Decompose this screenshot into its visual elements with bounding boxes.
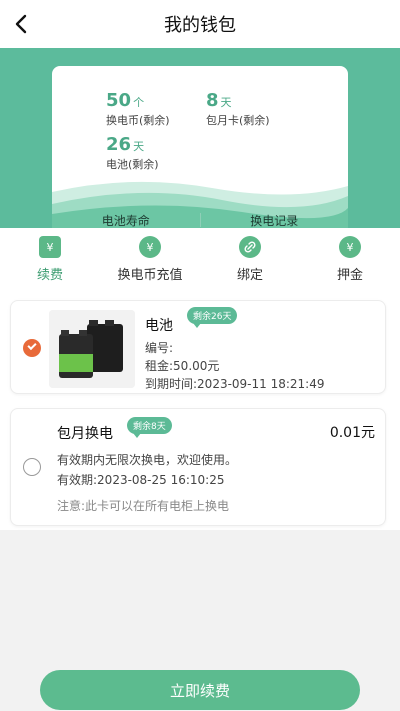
battery-item-checkbox[interactable]	[23, 339, 41, 357]
renew-now-button[interactable]: 立即续费	[40, 670, 360, 710]
monthly-swap-desc: 有效期内无限次换电，欢迎使用。	[57, 453, 238, 467]
monthly-card-value: 8	[206, 90, 219, 111]
monthly-swap-radio[interactable]	[23, 458, 41, 476]
battery-item-card[interactable]: 电池 剩余26天 编号: 租金:50.00元 到期时间:2023-09-11 1…	[10, 300, 386, 394]
app-header: 我的钱包	[0, 0, 400, 48]
monthly-card-unit: 天	[220, 96, 232, 109]
monthly-swap-validity: 有效期:2023-08-25 16:10:25	[57, 473, 225, 487]
page-title: 我的钱包	[164, 15, 236, 36]
summary-links: 电池寿命 换电记录	[52, 212, 348, 228]
battery-life-link[interactable]: 电池寿命	[52, 212, 200, 228]
battery-image	[49, 310, 135, 388]
yuan-coin-icon: ¥	[139, 236, 161, 258]
battery-code: 编号:	[145, 341, 174, 355]
monthly-card-label: 包月卡(剩余)	[206, 114, 270, 127]
tab-renew[interactable]: ¥ 续费	[0, 228, 100, 286]
tab-renew-label: 续费	[36, 268, 63, 283]
monthly-swap-name: 包月换电	[57, 426, 113, 442]
money-bag-icon: ¥	[339, 236, 361, 258]
action-tabs: ¥ 续费 ¥ 换电币充值 绑定 ¥ 押金	[0, 228, 400, 286]
monthly-swap-price: 0.01元	[329, 425, 375, 441]
monthly-swap-note: 注意:此卡可以在所有电柜上换电	[57, 499, 230, 513]
battery-balance-value: 26	[106, 134, 132, 155]
link-icon	[239, 236, 261, 258]
coin-balance-unit: 个	[133, 96, 145, 109]
tab-coin-recharge-label: 换电币充值	[117, 268, 183, 283]
tab-deposit-label: 押金	[336, 268, 363, 283]
coin-balance: 50 个 换电币(剩余)	[106, 90, 170, 128]
battery-rent: 租金:50.00元	[145, 359, 220, 373]
tab-coin-recharge[interactable]: ¥ 换电币充值	[100, 228, 200, 286]
swap-records-link[interactable]: 换电记录	[201, 212, 349, 228]
monthly-card-balance: 8天 包月卡(剩余)	[206, 90, 270, 128]
back-arrow-icon[interactable]	[10, 12, 34, 36]
monthly-remaining-badge: 剩余8天	[127, 417, 172, 438]
monthly-swap-item-card[interactable]: 包月换电 剩余8天 0.01元 有效期内无限次换电，欢迎使用。 有效期:2023…	[10, 408, 386, 526]
tab-deposit[interactable]: ¥ 押金	[300, 228, 400, 286]
wallet-summary-card: 50 个 换电币(剩余) 8天 包月卡(剩余) 26 天 电池(剩余) 电池寿命 换…	[52, 66, 348, 228]
coin-balance-label: 换电币(剩余)	[106, 114, 170, 127]
battery-remaining-badge: 剩余26天	[187, 307, 238, 328]
coin-balance-value: 50	[106, 90, 132, 111]
footer-area: 立即续费	[0, 530, 400, 711]
tab-bind-label: 绑定	[236, 268, 263, 283]
wallet-summary-banner: 50 个 换电币(剩余) 8天 包月卡(剩余) 26 天 电池(剩余) 电池寿命 换…	[0, 48, 400, 228]
renew-item-list: 电池 剩余26天 编号: 租金:50.00元 到期时间:2023-09-11 1…	[0, 286, 400, 530]
battery-balance-label: 电池(剩余)	[106, 158, 159, 171]
tab-bind[interactable]: 绑定	[200, 228, 300, 286]
battery-item-name: 电池	[145, 318, 173, 334]
battery-balance: 26 天 电池(剩余)	[106, 134, 159, 172]
battery-expire-time: 到期时间:2023-09-11 18:21:49	[145, 377, 325, 391]
battery-balance-unit: 天	[133, 140, 145, 153]
renew-icon: ¥	[39, 236, 61, 258]
